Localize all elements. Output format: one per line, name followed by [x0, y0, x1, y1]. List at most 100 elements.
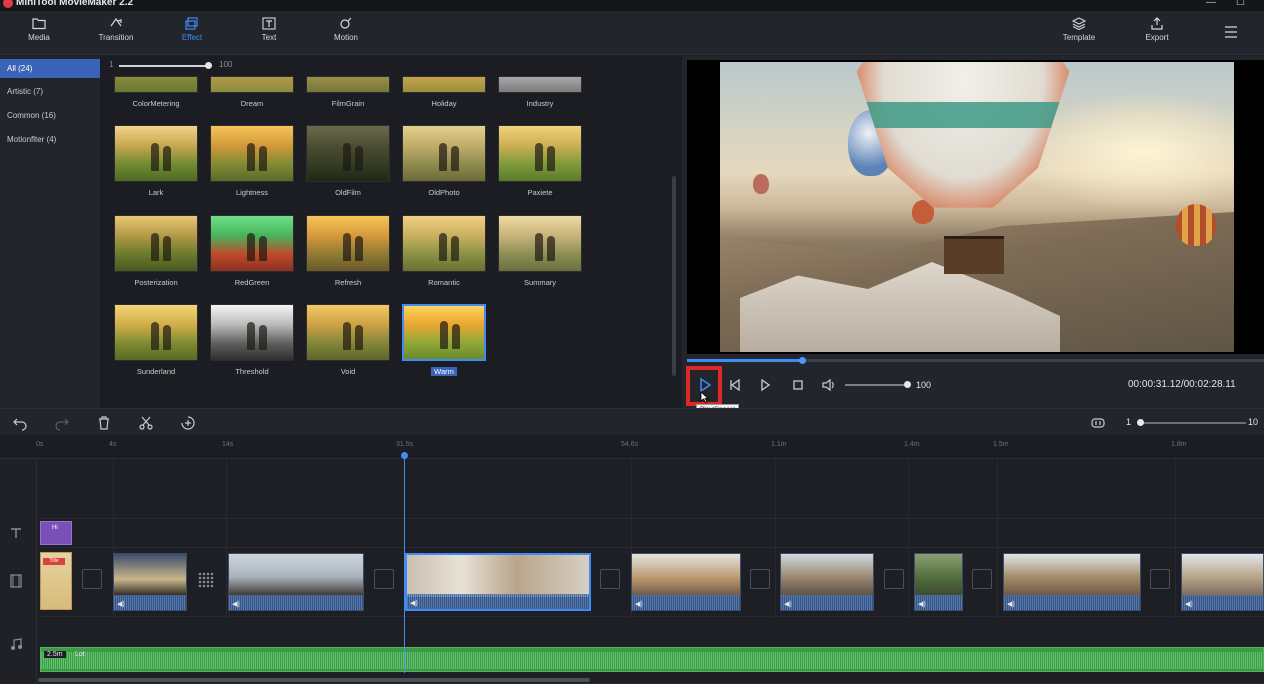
zoom-max-label: 10: [1248, 417, 1259, 427]
effect-oldphoto[interactable]: OldPhoto: [402, 125, 486, 197]
effect-name: Lark: [148, 188, 164, 197]
category-common[interactable]: Common (16): [0, 106, 100, 125]
split-button[interactable]: [138, 415, 154, 431]
export-button[interactable]: Export: [1127, 15, 1187, 51]
video-clip[interactable]: ◀): [780, 553, 874, 611]
motion-label: Motion: [333, 33, 358, 42]
prev-frame-button[interactable]: [726, 376, 744, 394]
effect-name: Romantic: [428, 278, 460, 287]
transition-slot[interactable]: [374, 569, 394, 589]
template-button[interactable]: Template: [1049, 15, 1109, 51]
app-logo-icon: [3, 0, 13, 8]
effect-name: Posterization: [134, 278, 178, 287]
video-clip[interactable]: ◀): [914, 553, 963, 611]
effect-holiday[interactable]: Holiday: [402, 76, 486, 108]
effect-lark[interactable]: Lark: [114, 125, 198, 197]
ruler-tick: 1.5m: [993, 441, 1009, 448]
video-clip-selected[interactable]: ◀): [405, 553, 591, 611]
text-track: [37, 519, 1264, 548]
transition-slot[interactable]: [600, 569, 620, 589]
effect-oldfilm[interactable]: OldFilm: [306, 125, 390, 197]
app-title: MiniTool MovieMaker 2.2: [16, 0, 134, 8]
transition-slot[interactable]: [1150, 569, 1170, 589]
effect-romantic[interactable]: Romantic: [402, 215, 486, 287]
video-clip[interactable]: ◀): [228, 553, 364, 611]
transition-slot[interactable]: [82, 569, 102, 589]
category-motionfilter[interactable]: Motionflter (4): [0, 130, 100, 149]
video-clip[interactable]: ◀): [1003, 553, 1141, 611]
transition-slot[interactable]: [884, 569, 904, 589]
seek-bar[interactable]: [687, 357, 1264, 364]
transition-slot[interactable]: [198, 572, 214, 588]
transition-slot[interactable]: [750, 569, 770, 589]
category-all[interactable]: All (24): [0, 59, 100, 78]
seek-knob[interactable]: [799, 357, 807, 364]
motion-button[interactable]: Motion: [316, 15, 376, 51]
timeline-toolbar: 1 10: [0, 408, 1264, 435]
maximize-icon[interactable]: ☐: [1236, 0, 1245, 8]
effect-name: Paxiete: [527, 188, 553, 197]
effect-grid-scrollbar[interactable]: [672, 176, 676, 376]
effect-colormetering[interactable]: ColorMetering: [114, 76, 198, 108]
title-clip[interactable]: Hi: [40, 521, 72, 545]
effect-warm[interactable]: Warm: [402, 304, 486, 376]
playhead[interactable]: [404, 453, 405, 673]
text-label: Text: [261, 33, 277, 42]
zoom-slider[interactable]: [1140, 422, 1246, 424]
undo-button[interactable]: [12, 415, 28, 431]
text-button[interactable]: Text: [239, 15, 299, 51]
media-button[interactable]: Media: [9, 15, 69, 51]
delete-button[interactable]: [96, 415, 112, 431]
zoom-knob[interactable]: [1137, 419, 1144, 426]
effect-void[interactable]: Void: [306, 304, 390, 376]
effect-thumb: [402, 76, 486, 93]
title-bar: MiniTool MovieMaker 2.2 — ☐: [0, 0, 1264, 11]
intensity-track[interactable]: [119, 65, 207, 67]
intensity-knob[interactable]: [205, 62, 212, 69]
title-video-clip[interactable]: Title: [40, 552, 72, 610]
audio-icon: ◀): [410, 600, 418, 607]
redo-button[interactable]: [54, 415, 70, 431]
next-frame-button[interactable]: [757, 376, 775, 394]
audio-icon: ◀): [117, 601, 125, 608]
stop-button[interactable]: [789, 376, 807, 394]
volume-button[interactable]: [820, 376, 838, 394]
category-artistic[interactable]: Artistic (7): [0, 82, 100, 101]
track-header-column: [0, 459, 37, 684]
transition-slot[interactable]: [972, 569, 992, 589]
volume-slider[interactable]: [845, 384, 905, 386]
fit-timeline-button[interactable]: [1090, 415, 1106, 431]
preview-frame: [720, 62, 1234, 352]
timeline-scrollbar[interactable]: [38, 678, 590, 682]
video-clip[interactable]: ◀): [113, 553, 187, 611]
effect-dream[interactable]: Dream: [210, 76, 294, 108]
hamburger-menu-icon[interactable]: [1224, 25, 1238, 38]
effect-sunderland[interactable]: Sunderland: [114, 304, 198, 376]
video-clip[interactable]: ◀): [1181, 553, 1264, 611]
stop-icon: [793, 380, 803, 390]
timeline-ruler[interactable]: 0s 4s 14s 31.5s 54.6s 1.1m 1.4m 1.5m 1.8…: [0, 435, 1264, 459]
effect-button[interactable]: Effect: [162, 15, 222, 51]
video-preview[interactable]: [687, 60, 1264, 354]
audio-icon: ◀): [1185, 601, 1193, 608]
volume-knob[interactable]: [904, 381, 911, 388]
effect-refresh[interactable]: Refresh: [306, 215, 390, 287]
effect-industry[interactable]: Industry: [498, 76, 582, 108]
minimize-icon[interactable]: —: [1206, 0, 1216, 8]
ruler-tick: 14s: [222, 441, 234, 448]
music-clip[interactable]: 2.5m Lot: [40, 647, 1264, 672]
transition-button[interactable]: Transition: [86, 15, 146, 51]
video-clip[interactable]: ◀): [631, 553, 741, 611]
effect-paxiete[interactable]: Paxiete: [498, 125, 582, 197]
effect-lightness[interactable]: Lightness: [210, 125, 294, 197]
effect-thumb: [498, 215, 582, 272]
crop-button[interactable]: [180, 415, 196, 431]
effect-name: Holiday: [431, 99, 457, 108]
effect-redgreen[interactable]: RedGreen: [210, 215, 294, 287]
effect-summary[interactable]: Summary: [498, 215, 582, 287]
playhead-handle[interactable]: [401, 452, 408, 459]
effect-threshold[interactable]: Threshold: [210, 304, 294, 376]
effect-filmgrain[interactable]: FilmGrain: [306, 76, 390, 108]
effect-name: Lightness: [235, 188, 269, 197]
effect-posterization[interactable]: Posterization: [114, 215, 198, 287]
